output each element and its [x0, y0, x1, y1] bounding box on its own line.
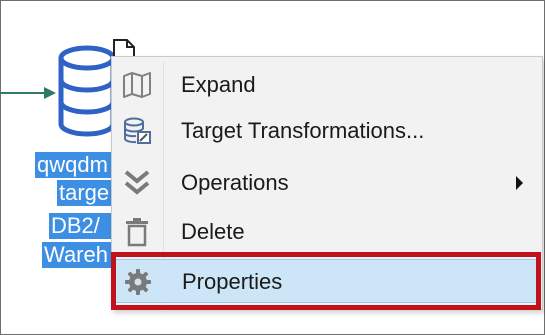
menu-item-operations[interactable]: Operations — [115, 161, 539, 205]
node-label-line-4[interactable]: Wareh — [42, 242, 117, 268]
arrow-right-icon — [44, 87, 56, 99]
node-label-line-3[interactable]: DB2/ — [49, 213, 117, 239]
menu-item-label: Delete — [181, 219, 245, 244]
menu-item-label: Expand — [181, 72, 256, 97]
trash-icon — [121, 216, 153, 248]
context-menu: Expand Target Transformations... Operati… — [111, 56, 543, 310]
node-label-line-1[interactable]: qwqdm — [35, 152, 117, 178]
menu-item-target-transformations[interactable]: Target Transformations... — [115, 109, 539, 153]
map-icon — [121, 69, 153, 101]
node-label-line-2[interactable]: targe — [57, 180, 117, 206]
menu-item-properties[interactable]: Properties — [115, 259, 539, 303]
menu-item-label: Operations — [181, 170, 289, 195]
menu-item-delete[interactable]: Delete — [115, 210, 539, 254]
connector-line — [0, 92, 46, 94]
chevron-double-down-icon — [121, 167, 153, 199]
database-icon[interactable] — [56, 44, 118, 138]
gear-icon — [122, 266, 154, 298]
submenu-arrow-icon — [516, 176, 523, 190]
database-edit-icon — [121, 115, 153, 147]
menu-item-label: Target Transformations... — [181, 118, 425, 143]
menu-item-expand[interactable]: Expand — [115, 63, 539, 107]
menu-item-label: Properties — [182, 269, 283, 294]
